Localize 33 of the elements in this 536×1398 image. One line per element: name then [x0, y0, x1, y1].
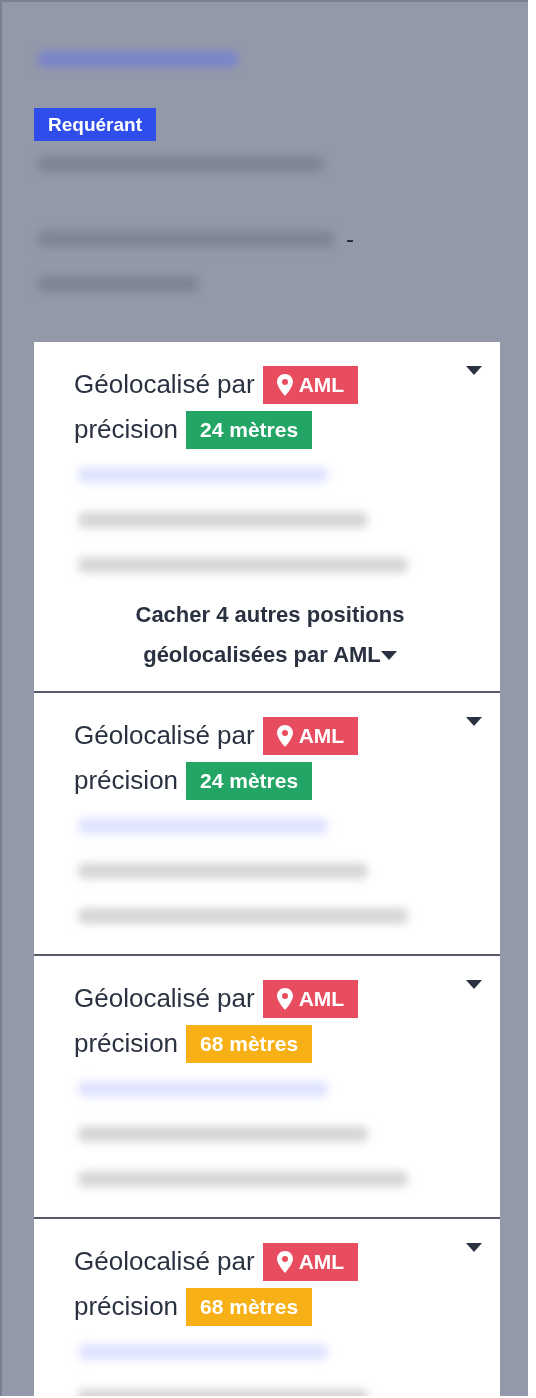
map-pin-icon	[276, 987, 293, 1010]
toggle-link[interactable]: Cacher 4 autres positions géolocalisées par AML	[74, 587, 486, 675]
source-label: Géolocalisé par	[74, 720, 255, 751]
caret-icon	[380, 651, 397, 662]
blurred-link[interactable]	[78, 466, 328, 483]
address-dash: -	[346, 224, 354, 253]
blurred-link[interactable]	[78, 817, 328, 834]
blurred-link[interactable]	[78, 1343, 328, 1360]
precision-badge: 68 mètres	[186, 1287, 313, 1326]
blurred-link[interactable]	[38, 51, 238, 67]
source-badge: AML	[262, 979, 359, 1018]
map-pin-icon	[276, 373, 293, 396]
precision-badge: 68 mètres	[186, 1024, 313, 1063]
precision-badge: 24 mètres	[186, 410, 313, 449]
source-label: Géolocalisé par	[74, 1246, 255, 1277]
map-pin-icon	[276, 1250, 293, 1273]
source-badge: AML	[262, 365, 359, 404]
caret-icon	[466, 717, 482, 727]
source-badge: AML	[262, 716, 359, 755]
source-label: Géolocalisé par	[74, 369, 255, 400]
precision-label: précision	[74, 414, 179, 445]
precision-label: précision	[74, 1291, 179, 1322]
caret-icon	[466, 1243, 482, 1253]
requester-badge: Requérant	[34, 108, 156, 141]
precision-label: précision	[74, 765, 179, 796]
map-pin-icon	[276, 724, 293, 747]
precision-label: précision	[74, 1028, 179, 1059]
caret-icon	[466, 980, 482, 990]
blurred-link[interactable]	[78, 1080, 328, 1097]
source-badge: AML	[262, 1242, 359, 1281]
precision-badge: 24 mètres	[186, 761, 313, 800]
source-label: Géolocalisé par	[74, 983, 255, 1014]
caret-icon	[466, 366, 482, 376]
